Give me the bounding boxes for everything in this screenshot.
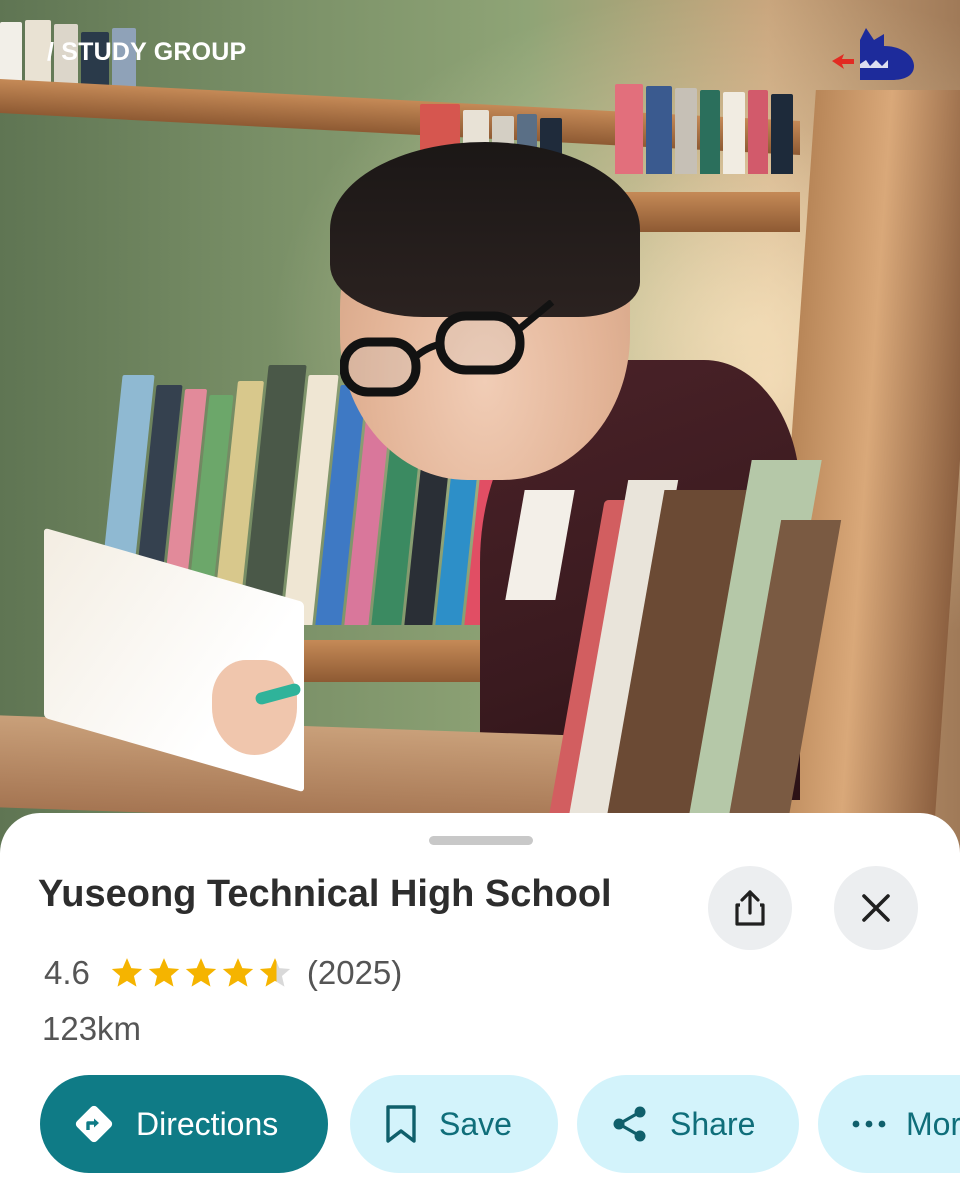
close-button[interactable] xyxy=(834,866,918,950)
more-label: More xyxy=(906,1105,960,1142)
star-icon xyxy=(222,958,254,987)
wolf-logo-icon xyxy=(832,28,914,80)
action-bar: Directions Save Share Mor xyxy=(40,1075,960,1175)
student-hair xyxy=(330,142,640,317)
glasses xyxy=(340,300,555,397)
drag-handle[interactable] xyxy=(429,836,533,845)
review-count[interactable]: (2025) xyxy=(307,954,402,992)
star-half-icon xyxy=(259,958,291,987)
share-nodes-icon xyxy=(610,1104,650,1144)
brand-label: / STUDY GROUP xyxy=(47,38,247,66)
distance-label: 123km xyxy=(42,1010,142,1047)
share-label: Share xyxy=(670,1105,756,1142)
rating-row[interactable]: 4.6 (2025) xyxy=(44,953,402,993)
share-upload-icon xyxy=(735,890,765,926)
close-icon xyxy=(862,894,890,922)
more-button[interactable]: More xyxy=(818,1075,960,1173)
directions-button[interactable]: Directions xyxy=(40,1075,328,1173)
star-icon xyxy=(111,958,143,987)
more-dots-icon xyxy=(852,1119,886,1129)
star-icon xyxy=(148,958,180,987)
bookmark-icon xyxy=(383,1104,419,1144)
share-top-button[interactable] xyxy=(708,866,792,950)
share-button[interactable]: Share xyxy=(577,1075,799,1173)
rating-stars xyxy=(110,957,295,989)
save-label: Save xyxy=(439,1105,512,1142)
hero-photo: / STUDY GROUP xyxy=(0,0,960,860)
directions-diamond-icon xyxy=(72,1102,116,1146)
rating-value: 4.6 xyxy=(44,954,90,991)
place-bottom-sheet: Yuseong Technical High School 4.6 (2025)… xyxy=(0,813,960,1200)
directions-label: Directions xyxy=(136,1105,279,1142)
place-title: Yuseong Technical High School xyxy=(38,873,612,915)
save-button[interactable]: Save xyxy=(350,1075,558,1173)
hand xyxy=(212,660,297,755)
star-icon xyxy=(185,958,217,987)
